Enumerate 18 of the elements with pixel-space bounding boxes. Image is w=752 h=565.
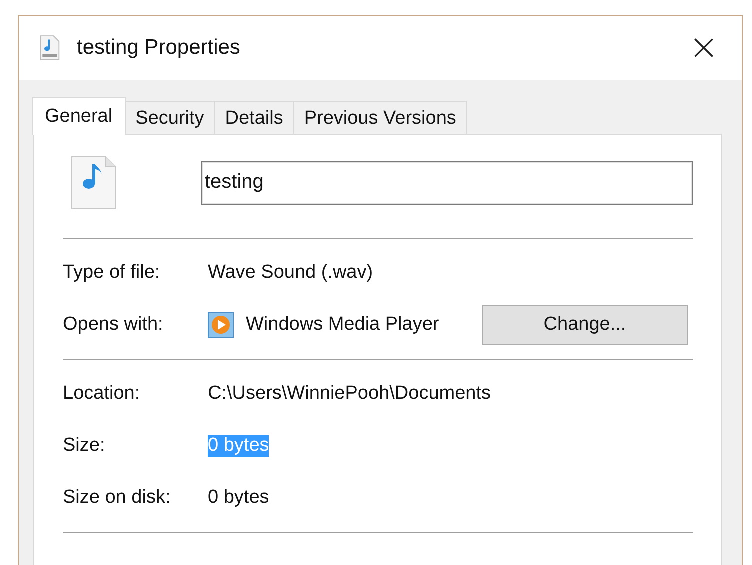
audio-file-icon [71, 156, 117, 210]
property-label: Location: [63, 383, 142, 405]
tab[interactable]: Previous Versions [293, 101, 468, 135]
change-button[interactable]: Change... [482, 305, 688, 345]
property-label: Type of file: [63, 262, 162, 284]
tab[interactable]: General [32, 97, 126, 135]
property-label: Size: [63, 435, 106, 457]
property-value: 0 bytes [208, 487, 270, 509]
property-value: Wave Sound (.wav) [208, 262, 374, 284]
file-name-field[interactable]: testing [201, 160, 693, 204]
property-label: Opens with: [63, 314, 164, 336]
play-icon [208, 312, 234, 338]
property-value: C:\Users\WinniePooh\Documents [208, 383, 491, 405]
property-label: Size on disk: [63, 487, 172, 509]
property-value: 0 bytes [208, 435, 270, 457]
audio-file-icon [39, 35, 61, 61]
window-title: testing Properties [77, 36, 242, 60]
property-value: Windows Media Player [246, 314, 440, 336]
